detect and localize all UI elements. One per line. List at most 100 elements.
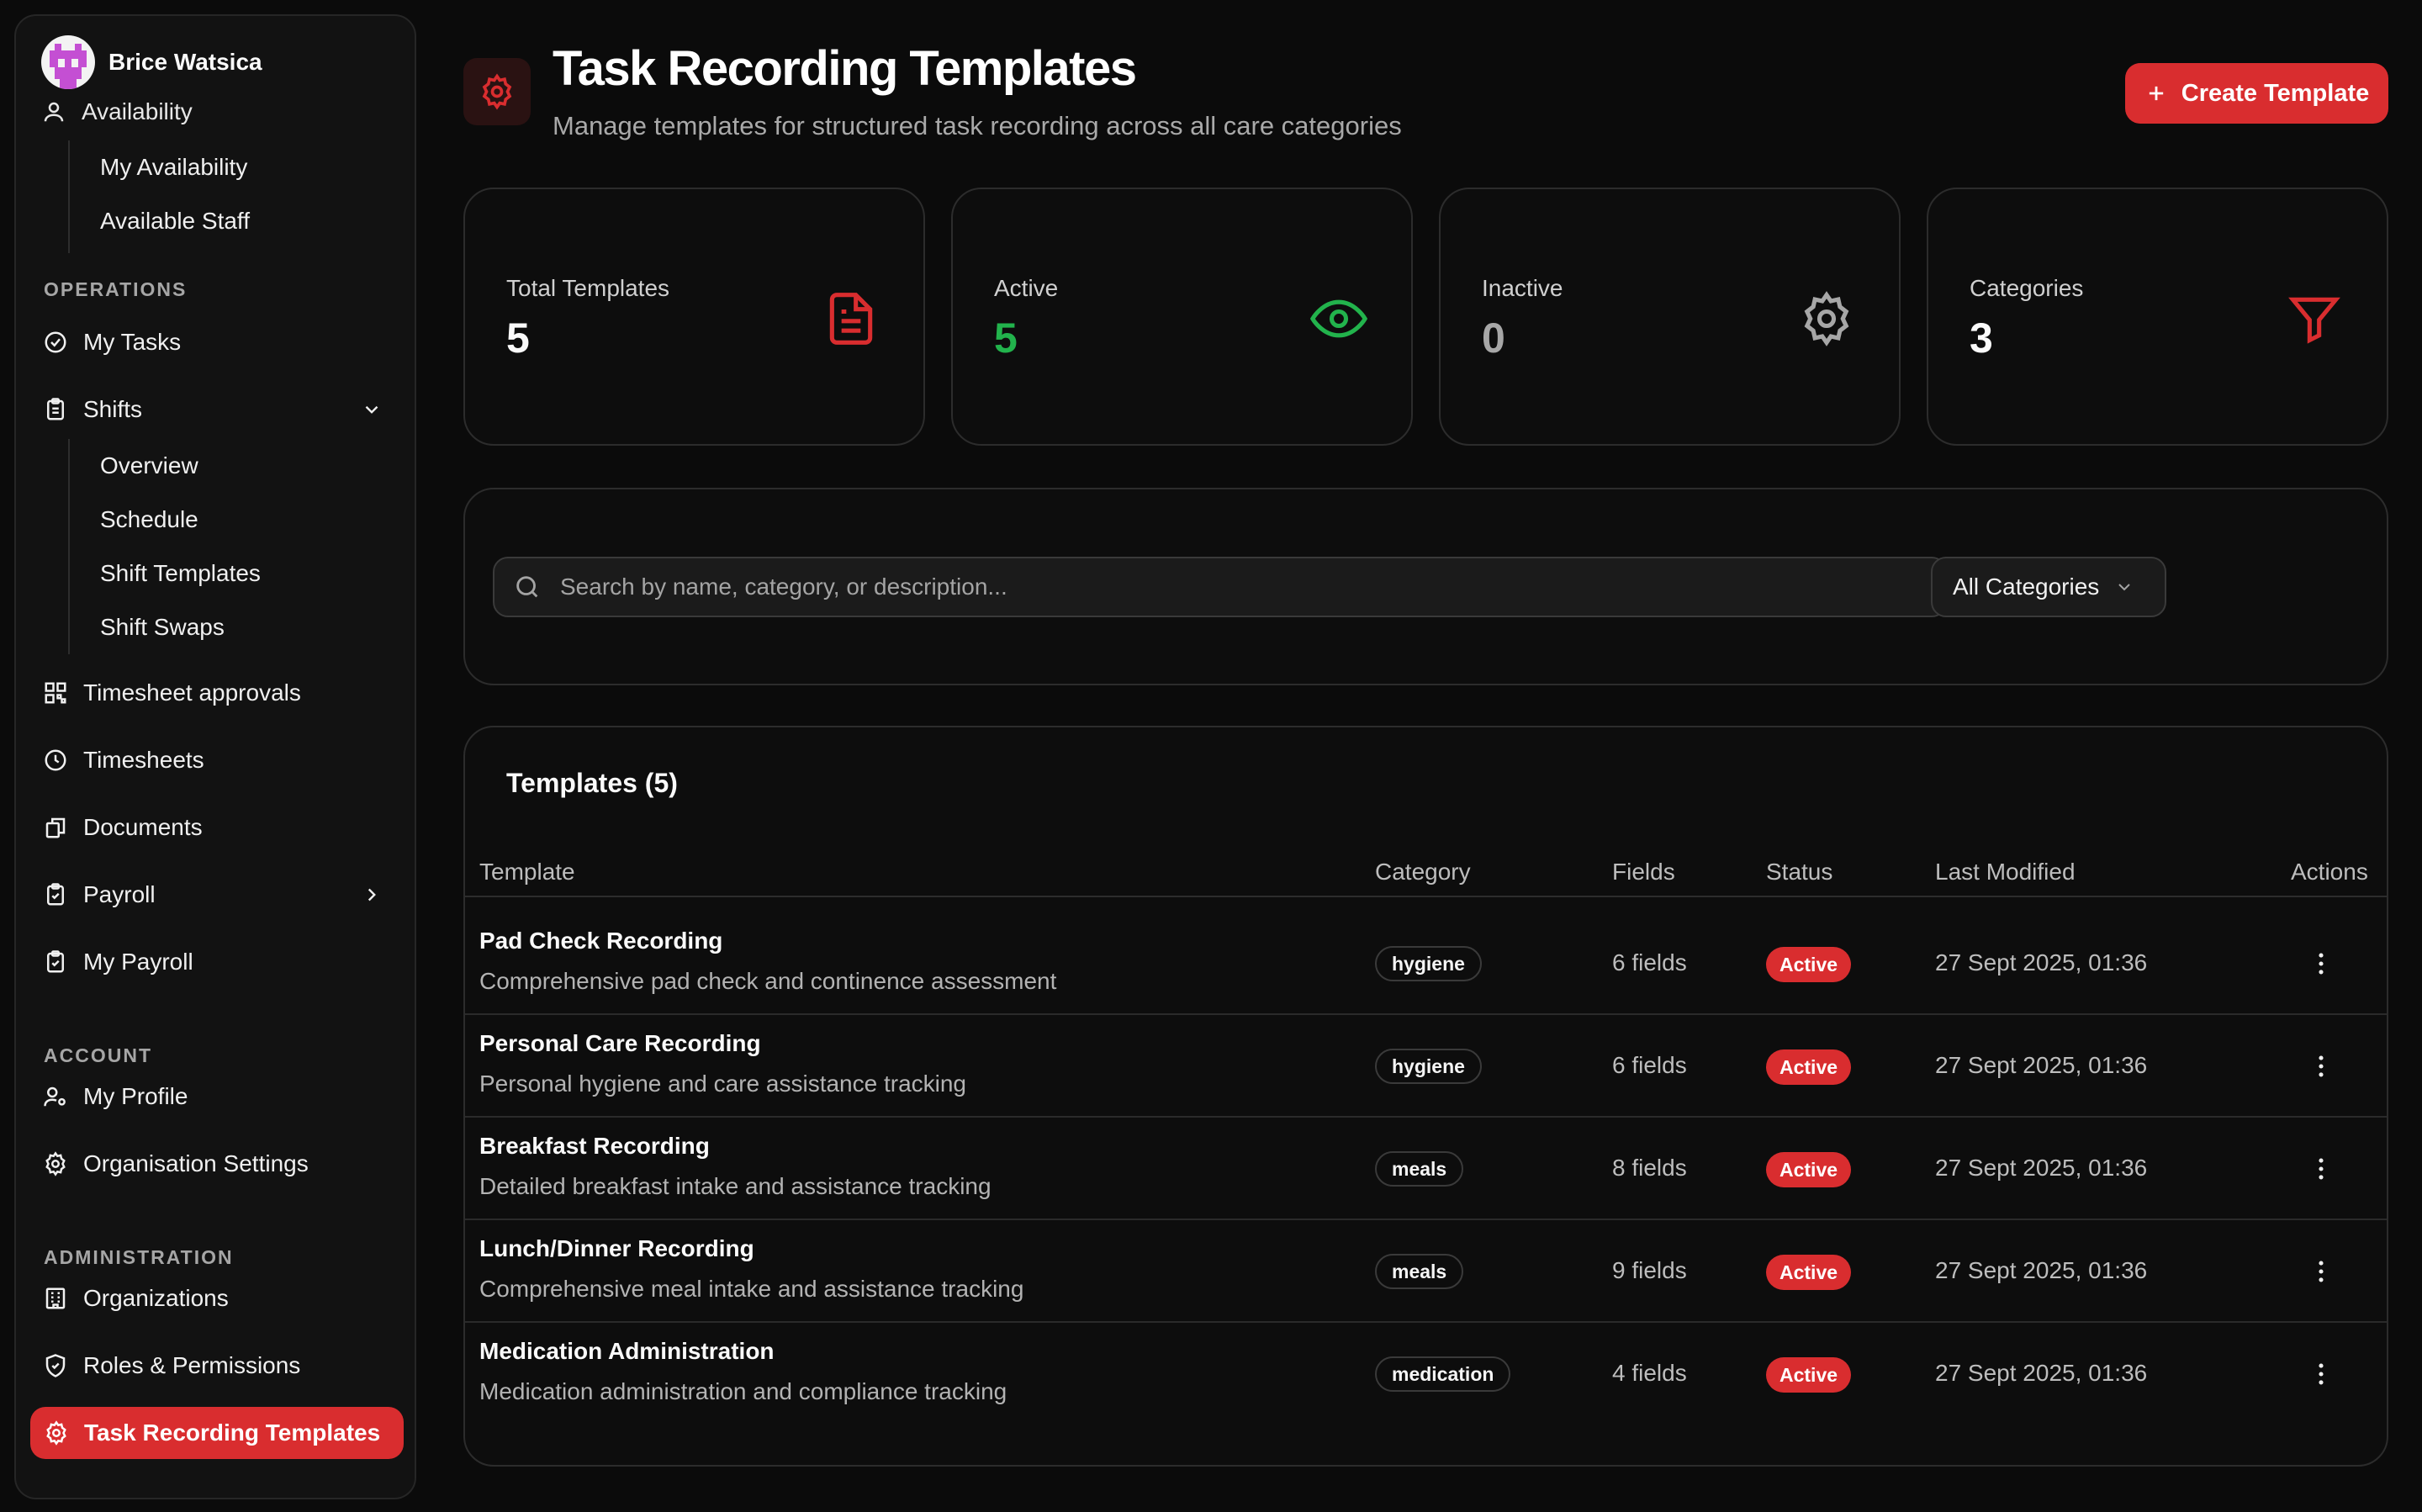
clipboard-check-icon xyxy=(43,949,68,975)
shifts-submenu: Overview Schedule Shift Templates Shift … xyxy=(68,439,261,654)
sidebar-item-organizations[interactable]: Organizations xyxy=(43,1275,401,1322)
sidebar-item-label: My Payroll xyxy=(83,949,193,975)
chevron-down-icon xyxy=(361,399,383,420)
user-cog-icon xyxy=(43,1084,68,1109)
template-description: Personal hygiene and care assistance tra… xyxy=(479,1071,967,1097)
template-name: Pad Check Recording xyxy=(479,928,723,954)
sidebar-item-label: Organizations xyxy=(83,1285,229,1311)
sidebar-item-label: Documents xyxy=(83,814,203,840)
page-title: Task Recording Templates xyxy=(553,41,1137,96)
search-box[interactable] xyxy=(493,557,1947,617)
user-menu[interactable]: Brice Watsica xyxy=(41,35,394,89)
stat-card-inactive: Inactive 0 xyxy=(1439,188,1901,446)
table-title: Templates (5) xyxy=(506,768,678,798)
sidebar-item-schedule[interactable]: Schedule xyxy=(70,493,261,547)
status-badge: Active xyxy=(1766,1255,1852,1290)
building-icon xyxy=(43,1286,68,1311)
qr-code-icon xyxy=(43,680,68,706)
more-vertical-icon[interactable] xyxy=(2307,1052,2335,1081)
sidebar-item-label: Task Recording Templates xyxy=(84,1419,381,1446)
sidebar-item-overview[interactable]: Overview xyxy=(70,439,261,493)
table-row[interactable]: Medication Administration Medication adm… xyxy=(465,1323,2387,1425)
page-gear-icon xyxy=(463,58,531,125)
last-modified: 27 Sept 2025, 01:36 xyxy=(1935,1257,2148,1283)
sidebar-item-organisation-settings[interactable]: Organisation Settings xyxy=(43,1140,401,1187)
sidebar-item-availability[interactable]: Availability xyxy=(41,95,394,129)
filter-icon xyxy=(2286,290,2343,347)
stat-label: Inactive xyxy=(1482,275,1563,301)
template-description: Medication administration and compliance… xyxy=(479,1378,1007,1404)
status-badge: Active xyxy=(1766,1049,1852,1085)
category-badge: meals xyxy=(1375,1151,1464,1187)
sidebar-item-label: Organisation Settings xyxy=(83,1150,309,1176)
template-description: Comprehensive meal intake and assistance… xyxy=(479,1276,1024,1302)
sidebar-item-shift-swaps[interactable]: Shift Swaps xyxy=(70,600,261,654)
fields-count: 8 fields xyxy=(1612,1155,1687,1181)
search-icon xyxy=(513,573,542,601)
stat-value: 5 xyxy=(994,315,1018,362)
more-vertical-icon[interactable] xyxy=(2307,1360,2335,1388)
sidebar-item-payroll[interactable]: Payroll xyxy=(43,871,401,918)
sidebar-item-documents[interactable]: Documents xyxy=(43,804,401,851)
category-badge: hygiene xyxy=(1375,1049,1482,1084)
fields-count: 6 fields xyxy=(1612,1052,1687,1078)
eye-icon xyxy=(1310,290,1367,347)
category-select[interactable]: All Categories xyxy=(1931,557,2166,617)
column-header-category[interactable]: Category xyxy=(1375,847,1471,897)
search-input[interactable] xyxy=(560,574,1945,600)
more-vertical-icon[interactable] xyxy=(2307,949,2335,978)
table-row[interactable]: Pad Check Recording Comprehensive pad ch… xyxy=(465,912,2387,1015)
more-vertical-icon[interactable] xyxy=(2307,1257,2335,1286)
sidebar-item-my-payroll[interactable]: My Payroll xyxy=(43,938,401,986)
table-header: Template Category Fields Status Last Mod… xyxy=(465,847,2387,897)
stat-value: 5 xyxy=(506,315,530,362)
section-label-operations: OPERATIONS xyxy=(44,278,188,300)
gear-icon xyxy=(1798,290,1855,347)
section-label-administration: ADMINISTRATION xyxy=(44,1246,234,1268)
stat-card-categories: Categories 3 xyxy=(1927,188,2388,446)
template-description: Comprehensive pad check and continence a… xyxy=(479,968,1057,994)
sidebar-item-label: Roles & Permissions xyxy=(83,1352,301,1378)
fields-count: 4 fields xyxy=(1612,1360,1687,1386)
clipboard-check-icon xyxy=(43,882,68,907)
last-modified: 27 Sept 2025, 01:36 xyxy=(1935,1052,2148,1078)
column-header-status[interactable]: Status xyxy=(1766,847,1832,897)
sidebar-item-roles-permissions[interactable]: Roles & Permissions xyxy=(43,1342,401,1389)
sidebar-item-timesheets[interactable]: Timesheets xyxy=(43,737,401,784)
fields-count: 9 fields xyxy=(1612,1257,1687,1283)
sidebar-item-task-recording-templates[interactable]: Task Recording Templates xyxy=(30,1407,404,1459)
column-header-fields[interactable]: Fields xyxy=(1612,847,1675,897)
category-badge: meals xyxy=(1375,1254,1464,1289)
sidebar-item-label: My Tasks xyxy=(83,329,182,355)
status-badge: Active xyxy=(1766,1357,1852,1393)
sidebar-item-shift-templates[interactable]: Shift Templates xyxy=(70,547,261,600)
table-row[interactable]: Lunch/Dinner Recording Comprehensive mea… xyxy=(465,1220,2387,1323)
table-row[interactable]: Personal Care Recording Personal hygiene… xyxy=(465,1015,2387,1118)
sidebar-item-timesheet-approvals[interactable]: Timesheet approvals xyxy=(43,669,401,716)
last-modified: 27 Sept 2025, 01:36 xyxy=(1935,1360,2148,1386)
create-template-button[interactable]: Create Template xyxy=(2125,63,2388,124)
stat-card-total-templates: Total Templates 5 xyxy=(463,188,925,446)
column-header-actions: Actions xyxy=(2291,859,2368,885)
template-name: Lunch/Dinner Recording xyxy=(479,1235,754,1261)
page-subtitle: Manage templates for structured task rec… xyxy=(553,111,1402,140)
document-icon xyxy=(822,290,880,347)
fields-count: 6 fields xyxy=(1612,949,1687,975)
column-header-template[interactable]: Template xyxy=(479,847,575,897)
sidebar-item-shifts[interactable]: Shifts xyxy=(43,386,401,433)
sidebar-item-my-tasks[interactable]: My Tasks xyxy=(43,319,401,366)
stat-card-active: Active 5 xyxy=(951,188,1413,446)
chevron-right-icon xyxy=(361,884,383,906)
sidebar-item-my-availability[interactable]: My Availability xyxy=(70,140,250,194)
more-vertical-icon[interactable] xyxy=(2307,1155,2335,1183)
clipboard-icon xyxy=(43,397,68,422)
category-badge: hygiene xyxy=(1375,946,1482,981)
sidebar-item-label: My Profile xyxy=(83,1083,188,1109)
sidebar-item-my-profile[interactable]: My Profile xyxy=(43,1073,401,1120)
sidebar-item-available-staff[interactable]: Available Staff xyxy=(70,194,250,248)
template-name: Breakfast Recording xyxy=(479,1133,710,1159)
availability-submenu: My Availability Available Staff xyxy=(68,140,250,253)
table-row[interactable]: Breakfast Recording Detailed breakfast i… xyxy=(465,1118,2387,1220)
sidebar: Availability Brice Watsica My Availabili… xyxy=(14,14,416,1499)
column-header-last-modified[interactable]: Last Modified xyxy=(1935,847,2076,897)
